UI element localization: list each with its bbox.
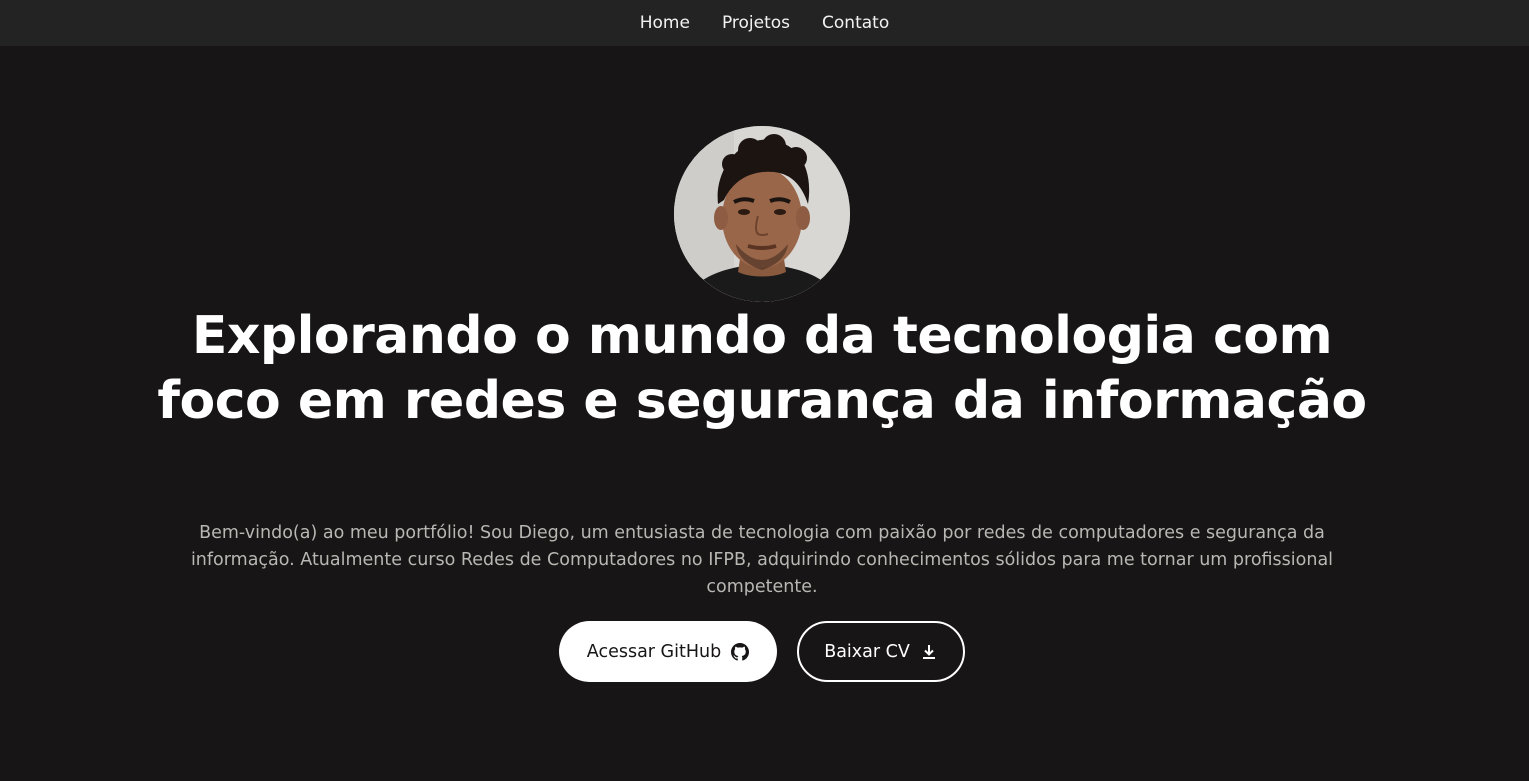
download-icon (920, 643, 938, 661)
github-icon (731, 642, 750, 661)
github-button[interactable]: Acessar GitHub (559, 621, 777, 682)
hero-section: Explorando o mundo da tecnologia com foc… (0, 46, 1529, 781)
profile-photo (674, 126, 850, 302)
nav-link-contato[interactable]: Contato (822, 0, 889, 46)
navbar: Home Projetos Contato (0, 0, 1529, 46)
nav-link-projetos[interactable]: Projetos (722, 0, 790, 46)
hero-title: Explorando o mundo da tecnologia com foc… (157, 306, 1367, 431)
github-button-label: Acessar GitHub (586, 641, 722, 662)
download-cv-label: Baixar CV (824, 641, 910, 662)
hero-description: Bem-vindo(a) ao meu portfólio! Sou Diego… (190, 523, 1334, 597)
nav-link-home[interactable]: Home (640, 0, 690, 46)
profile-avatar (674, 126, 850, 302)
download-cv-button[interactable]: Baixar CV (797, 621, 965, 682)
